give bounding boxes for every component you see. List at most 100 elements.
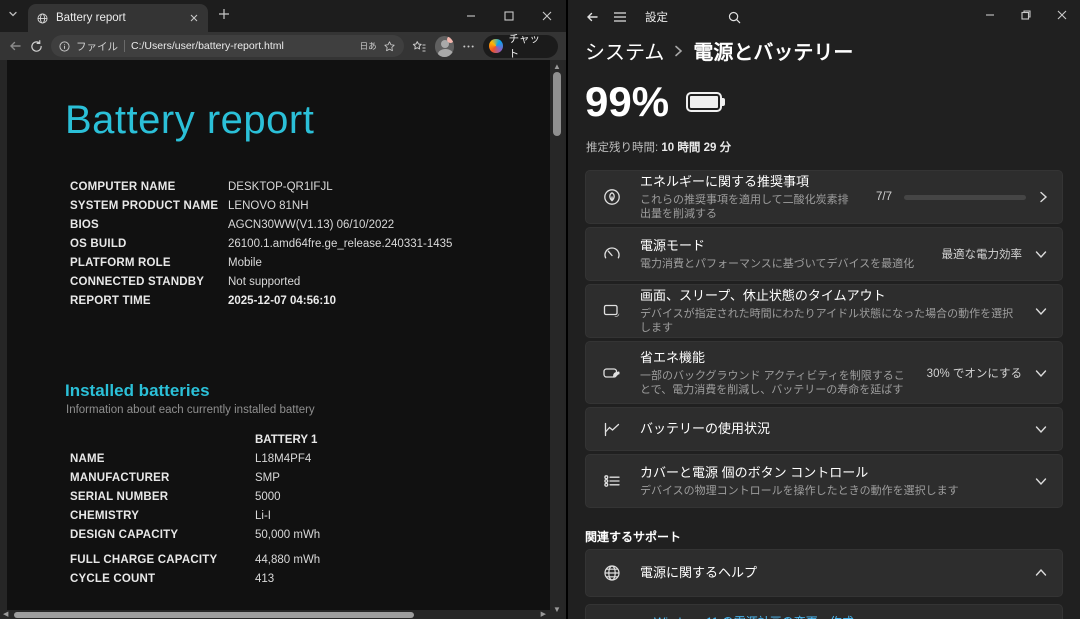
battery-report-page: Battery report COMPUTER NAMEDESKTOP-QR1I… [7, 60, 550, 610]
settings-titlebar: 設定 [568, 0, 1080, 34]
row-label: PLATFORM ROLE [70, 254, 228, 273]
card-lid-power-button-controls[interactable]: カバーと電源 個のボタン コントロール デバイスの物理コントロールを操作したとき… [585, 454, 1063, 508]
card-power-mode[interactable]: 電源モード 電力消費とパフォーマンスに基づいてデバイスを最適化 最適な電力効率 [585, 227, 1063, 281]
profile-avatar[interactable] [435, 36, 455, 57]
row-label: COMPUTER NAME [70, 178, 228, 197]
address-bar[interactable]: ファイル C:/Users/user/battery-report.html 日… [51, 35, 404, 57]
system-info-table: COMPUTER NAMEDESKTOP-QR1IFJL SYSTEM PROD… [70, 178, 452, 311]
battery-leaf-icon [602, 363, 622, 383]
card-battery-usage[interactable]: バッテリーの使用状況 [585, 407, 1063, 451]
row-label: CONNECTED STANDBY [70, 273, 228, 292]
row-value: 50,000 mWh [255, 526, 320, 545]
display-sleep-icon [602, 301, 622, 321]
help-link[interactable]: Windows 11 の電源計画の変更、作成 [654, 613, 854, 619]
back-icon[interactable] [585, 10, 599, 24]
row-label: BIOS [70, 216, 228, 235]
progress-bar [904, 195, 1026, 200]
back-icon[interactable] [8, 39, 22, 53]
row-label: OS BUILD [70, 235, 228, 254]
scroll-left-arrow-icon[interactable]: ◀ [3, 611, 8, 619]
add-favorite-star-icon[interactable] [383, 40, 396, 53]
row-label: SERIAL NUMBER [70, 488, 255, 507]
table-row: REPORT TIME2025-12-07 04:56:10 [70, 292, 452, 311]
row-value: SMP [255, 469, 280, 488]
card-energy-recommendations[interactable]: エネルギーに関する推奨事項 これらの推奨事項を適用して二酸化炭素排出量を削減する… [585, 170, 1063, 224]
row-label: CYCLE COUNT [70, 570, 255, 589]
table-row: DESIGN CAPACITY50,000 mWh [70, 526, 320, 545]
table-row: OS BUILD26100.1.amd64fre.ge_release.2403… [70, 235, 452, 254]
chevron-down-icon [1034, 306, 1048, 316]
refresh-icon[interactable] [30, 40, 43, 53]
collections-icon[interactable] [412, 39, 427, 54]
breadcrumb: システム 電源とバッテリー [585, 36, 853, 65]
avatar-notification-badge [447, 36, 454, 43]
hamburger-menu-icon[interactable] [613, 11, 627, 23]
card-energy-saver[interactable]: 省エネ機能 一部のバックグラウンド アクティビティを制限することで、電力消費を削… [585, 341, 1063, 404]
table-row: SYSTEM PRODUCT NAMELENOVO 81NH [70, 197, 452, 216]
card-screen-sleep-timeouts[interactable]: 画面、スリープ、休止状態のタイムアウト デバイスが指定された時間にわたりアイドル… [585, 284, 1063, 338]
card-power-help[interactable]: 電源に関するヘルプ [585, 549, 1063, 597]
close-button[interactable] [528, 0, 566, 32]
horizontal-scrollbar[interactable]: ◀ ▶ [0, 610, 550, 619]
search-icon[interactable] [728, 11, 741, 24]
card-title: 画面、スリープ、休止状態のタイムアウト [640, 288, 886, 303]
progress-label: 7/7 [876, 191, 892, 203]
battery-percent: 99% [585, 78, 669, 126]
card-value: 30% でオンにする [927, 365, 1022, 381]
settings-app-label: 設定 [645, 9, 668, 25]
horizontal-scrollbar-thumb[interactable] [14, 612, 414, 618]
screen: Battery report [0, 0, 1080, 619]
vertical-scrollbar-thumb[interactable] [553, 72, 561, 136]
card-subtitle: デバイスの物理コントロールを操作したときの動作を選択します [640, 484, 1016, 498]
restore-button[interactable] [1008, 0, 1044, 30]
card-value: 最適な電力効率 [942, 246, 1023, 262]
row-label: DESIGN CAPACITY [70, 526, 255, 545]
address-divider [124, 40, 125, 52]
table-row: NAMEL18M4PF4 [70, 450, 320, 469]
card-subtitle: 電力消費とパフォーマンスに基づいてデバイスを最適化 [640, 257, 924, 271]
browser-tab[interactable]: Battery report [28, 4, 208, 32]
installed-batteries-title: Installed batteries [65, 381, 210, 401]
info-icon[interactable] [59, 41, 70, 52]
copilot-chat-button[interactable]: チャット [483, 35, 558, 58]
scroll-right-arrow-icon[interactable]: ▶ [541, 611, 546, 619]
line-chart-icon [602, 419, 622, 439]
settings-card-list: エネルギーに関する推奨事項 これらの推奨事項を適用して二酸化炭素排出量を削減する… [585, 170, 1063, 511]
card-title: バッテリーの使用状況 [640, 421, 770, 436]
table-row: COMPUTER NAMEDESKTOP-QR1IFJL [70, 178, 452, 197]
column-header: BATTERY 1 [255, 431, 317, 450]
estimate-value: 10 時間 29 分 [661, 142, 731, 154]
row-label: SYSTEM PRODUCT NAME [70, 197, 228, 216]
minimize-button[interactable] [452, 0, 490, 32]
row-value: 2025-12-07 04:56:10 [228, 292, 336, 311]
card-subtitle: 一部のバックグラウンド アクティビティを制限することで、電力消費を削減し、バッテ… [640, 369, 909, 397]
copilot-logo-icon [489, 39, 502, 53]
table-row: BIOSAGCN30WW(V1.13) 06/10/2022 [70, 216, 452, 235]
row-label: REPORT TIME [70, 292, 228, 311]
tab-close-icon[interactable] [188, 12, 200, 24]
row-value: L18M4PF4 [255, 450, 311, 469]
tab-search-chevron-icon[interactable] [8, 9, 18, 19]
battery-icon [686, 92, 722, 112]
card-title: 省エネ機能 [640, 350, 705, 365]
scroll-down-arrow-icon[interactable]: ▼ [553, 606, 561, 614]
help-expanded-panel: Windows 11 の電源計画の変更、作成 [585, 604, 1063, 619]
row-value: 44,880 mWh [255, 551, 320, 570]
more-options-icon[interactable] [462, 40, 475, 53]
maximize-button[interactable] [490, 0, 528, 32]
translate-icon[interactable]: 日あ [360, 40, 377, 52]
chevron-down-icon [1034, 424, 1048, 434]
copilot-label: チャット [509, 31, 548, 61]
new-tab-button[interactable] [218, 8, 230, 20]
installed-batteries-subtitle: Information about each currently install… [66, 404, 315, 416]
close-button[interactable] [1044, 0, 1080, 30]
browser-toolbar: ファイル C:/Users/user/battery-report.html 日… [0, 32, 566, 60]
row-value: Not supported [228, 273, 300, 292]
scroll-up-arrow-icon[interactable]: ▲ [553, 63, 561, 71]
address-url[interactable]: C:/Users/user/battery-report.html [131, 40, 354, 52]
breadcrumb-system[interactable]: システム [585, 36, 664, 65]
row-label: FULL CHARGE CAPACITY [70, 551, 255, 570]
vertical-scrollbar[interactable]: ▲ ▼ [550, 60, 564, 617]
address-scheme-label: ファイル [76, 39, 118, 54]
minimize-button[interactable] [972, 0, 1008, 30]
